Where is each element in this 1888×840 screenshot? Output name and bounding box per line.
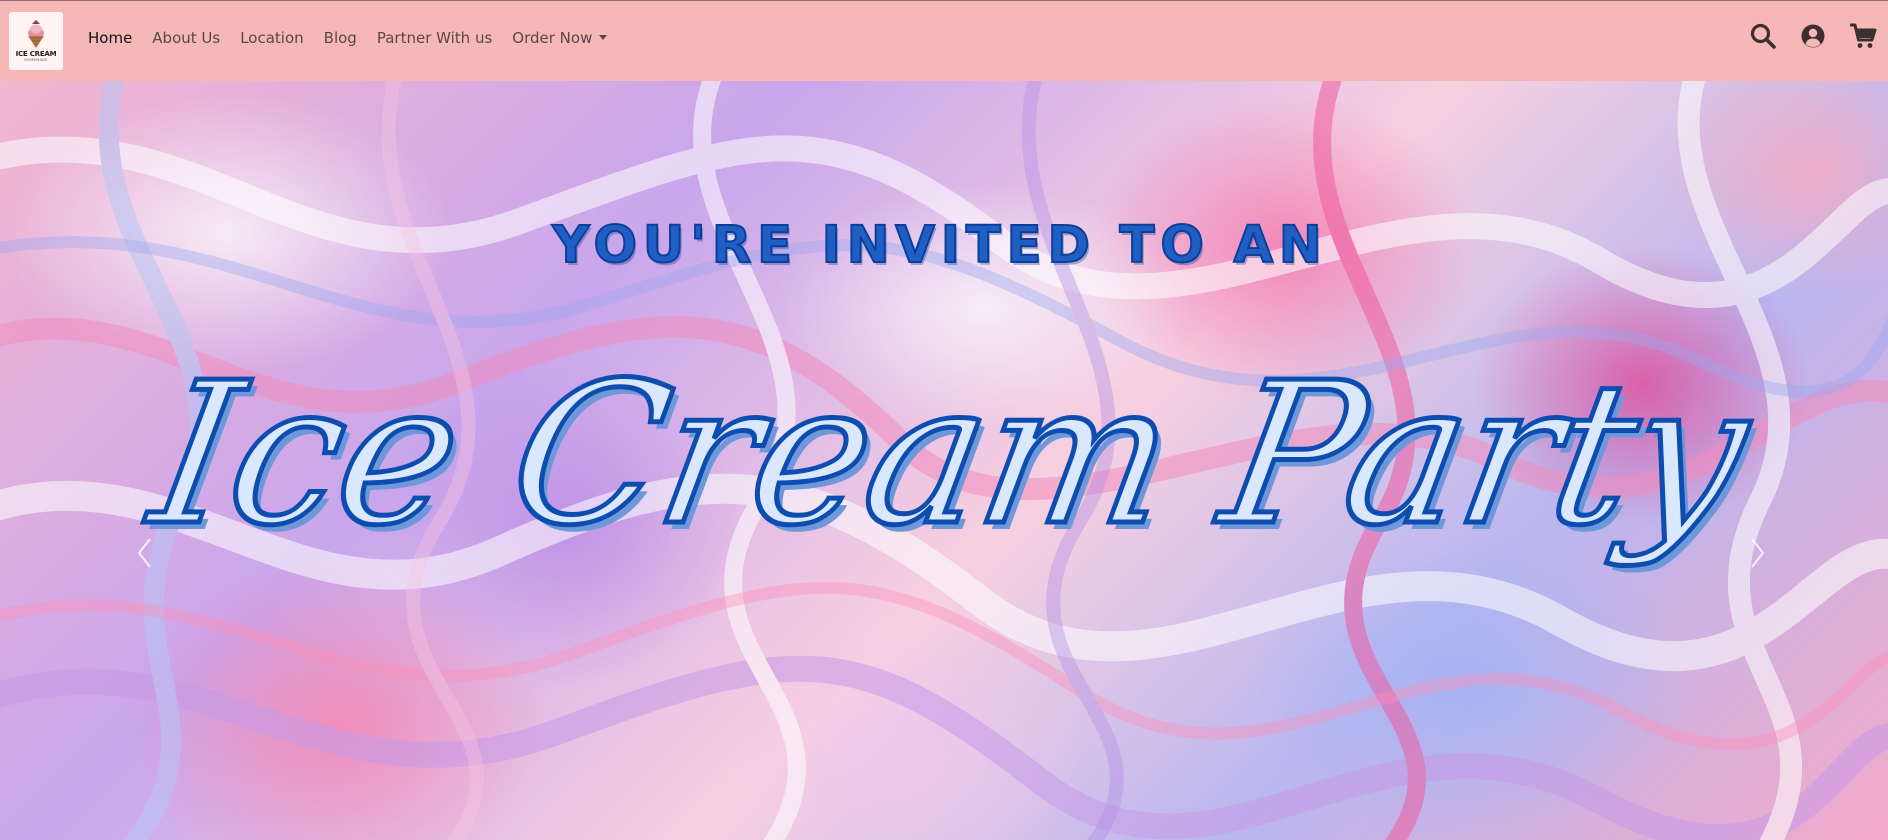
caret-down-icon	[599, 35, 608, 40]
nav-order-dropdown[interactable]: Order Now	[502, 29, 617, 47]
nav-partner-link[interactable]: Partner With us	[367, 29, 502, 47]
navbar: ICE CREAM HOMEMADE Home About Us Locatio…	[0, 0, 1888, 81]
hero-banner: YOU'RE INVITED TO AN Ice Cream Party	[0, 81, 1888, 840]
logo-text: ICE CREAM	[15, 49, 57, 58]
ice-cream-cone-icon	[28, 19, 44, 48]
hero-title-text: Ice Cream Party	[136, 339, 1764, 572]
hero-kicker-text: YOU'RE INVITED TO AN	[551, 215, 1328, 276]
cart-icon[interactable]	[1848, 21, 1878, 51]
chevron-left-icon	[137, 538, 151, 568]
hero-title: Ice Cream Party	[0, 339, 1888, 601]
nav-home-link[interactable]: Home	[78, 29, 142, 47]
account-icon[interactable]	[1798, 21, 1828, 51]
brand-logo[interactable]: ICE CREAM HOMEMADE	[9, 12, 63, 70]
search-icon[interactable]	[1748, 21, 1778, 51]
carousel-next-button[interactable]	[1747, 535, 1767, 571]
nav-order-label: Order Now	[512, 29, 593, 47]
hero-kicker: YOU'RE INVITED TO AN	[0, 215, 1884, 296]
nav-location-link[interactable]: Location	[230, 29, 313, 47]
chevron-right-icon	[1751, 538, 1765, 568]
carousel-prev-button[interactable]	[135, 535, 155, 571]
nav-blog-link[interactable]: Blog	[314, 29, 367, 47]
logo-subtext: HOMEMADE	[24, 57, 48, 62]
nav-about-link[interactable]: About Us	[142, 29, 230, 47]
nav-menu: Home About Us Location Blog Partner With…	[78, 24, 617, 52]
